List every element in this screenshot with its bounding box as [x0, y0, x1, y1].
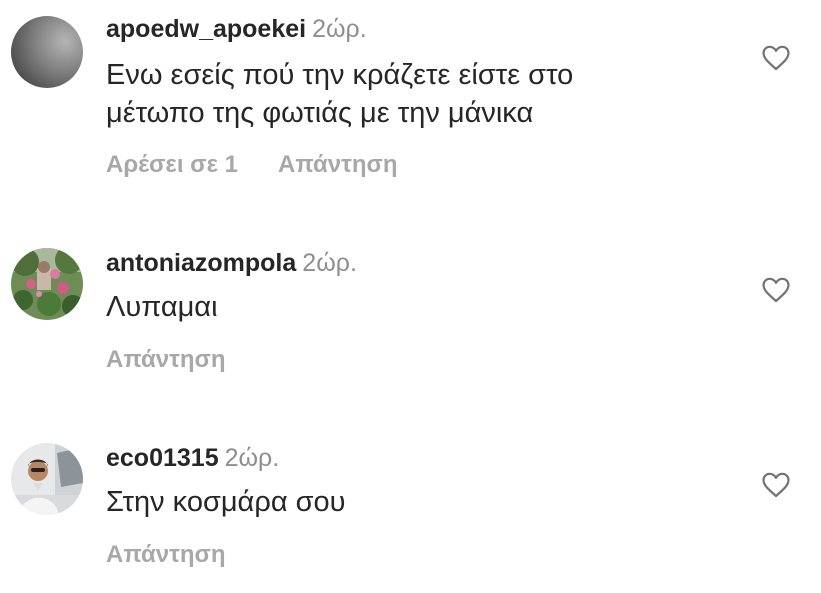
- user-avatar[interactable]: [11, 443, 83, 515]
- avatar-person-in-car-photo-icon: [11, 443, 83, 515]
- comment-time: 2ώρ.: [224, 444, 280, 472]
- comment-text-line: Στην κοσμάρα σου: [106, 486, 346, 518]
- comment-text: Στην κοσμάρα σου: [106, 483, 726, 521]
- username-link[interactable]: eco01315: [106, 444, 219, 472]
- heart-outline-icon[interactable]: [762, 472, 790, 498]
- comment-item: eco01315 2ώρ. Στην κοσμάρα σου Απάντηση: [0, 0, 821, 593]
- reply-button[interactable]: Απάντηση: [106, 541, 226, 568]
- comment-actions: Απάντηση: [106, 540, 226, 570]
- comment-header: eco01315 2ώρ.: [106, 443, 279, 473]
